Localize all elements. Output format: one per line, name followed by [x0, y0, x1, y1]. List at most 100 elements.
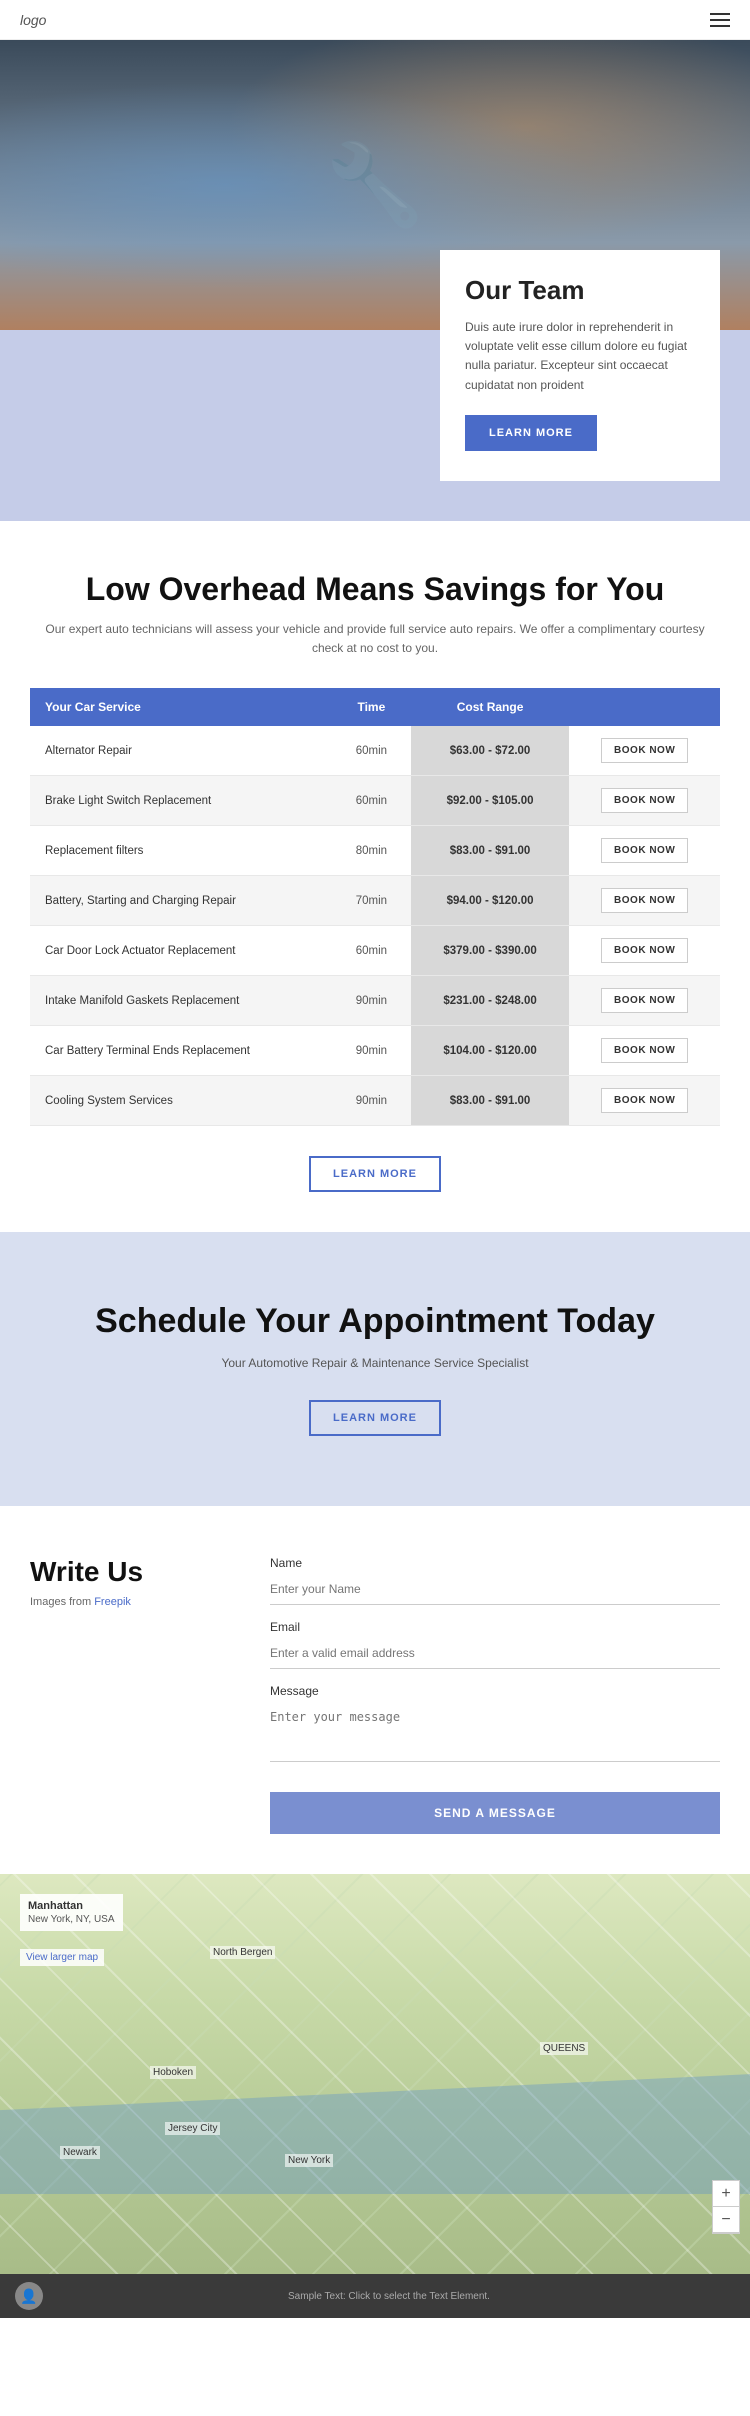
book-cell: BOOK NOW — [569, 1026, 720, 1076]
contact-attribution: Images from Freepik — [30, 1596, 230, 1608]
message-input[interactable] — [270, 1702, 720, 1762]
footer-avatar: 👤 — [15, 2282, 43, 2310]
table-row: Battery, Starting and Charging Repair 70… — [30, 876, 720, 926]
table-row: Replacement filters 80min $83.00 - $91.0… — [30, 826, 720, 876]
table-header-row: Your Car Service Time Cost Range — [30, 688, 720, 726]
service-name: Cooling System Services — [30, 1076, 332, 1126]
service-time: 80min — [332, 826, 411, 876]
table-row: Brake Light Switch Replacement 60min $92… — [30, 776, 720, 826]
book-now-button[interactable]: BOOK NOW — [601, 988, 688, 1013]
map-city-label: QUEENS — [540, 2042, 588, 2055]
hero-card: Our Team Duis aute irure dolor in repreh… — [440, 250, 720, 481]
service-cost: $92.00 - $105.00 — [411, 776, 570, 826]
send-button[interactable]: SEND A MESSAGE — [270, 1792, 720, 1834]
map-zoom-controls: + − — [712, 2180, 740, 2234]
contact-section: Write Us Images from Freepik Name Email … — [0, 1506, 750, 1874]
service-time: 60min — [332, 926, 411, 976]
book-now-button[interactable]: BOOK NOW — [601, 788, 688, 813]
table-row: Car Door Lock Actuator Replacement 60min… — [30, 926, 720, 976]
name-input[interactable] — [270, 1574, 720, 1605]
hero-section: Our Team Duis aute irure dolor in repreh… — [0, 40, 750, 521]
book-cell: BOOK NOW — [569, 1076, 720, 1126]
table-row: Cooling System Services 90min $83.00 - $… — [30, 1076, 720, 1126]
savings-cta-button[interactable]: LEARN MORE — [309, 1156, 441, 1192]
service-cost: $104.00 - $120.00 — [411, 1026, 570, 1076]
map-city-label: Hoboken — [150, 2066, 196, 2079]
email-input[interactable] — [270, 1638, 720, 1669]
service-cost: $83.00 - $91.00 — [411, 1076, 570, 1126]
service-name: Battery, Starting and Charging Repair — [30, 876, 332, 926]
service-cost: $94.00 - $120.00 — [411, 876, 570, 926]
freepik-link[interactable]: Freepik — [94, 1596, 131, 1608]
book-cell: BOOK NOW — [569, 776, 720, 826]
map-section: North Bergen Hoboken Jersey City New York QU… — [0, 1874, 750, 2274]
appointment-section: Schedule Your Appointment Today Your Aut… — [0, 1232, 750, 1506]
table-row: Intake Manifold Gaskets Replacement 90mi… — [30, 976, 720, 1026]
map-location-label: Manhattan New York, NY, USA — [20, 1894, 123, 1931]
map-background: North Bergen Hoboken Jersey City New York QU… — [0, 1874, 750, 2274]
service-cost: $379.00 - $390.00 — [411, 926, 570, 976]
appointment-subtitle: Your Automotive Repair & Maintenance Ser… — [30, 1356, 720, 1370]
zoom-in-button[interactable]: + — [713, 2181, 739, 2207]
hamburger-line-2 — [710, 19, 730, 21]
book-now-button[interactable]: BOOK NOW — [601, 1038, 688, 1063]
book-now-button[interactable]: BOOK NOW — [601, 938, 688, 963]
book-now-button[interactable]: BOOK NOW — [601, 838, 688, 863]
map-location-name: Manhattan — [28, 1900, 83, 1912]
contact-left: Write Us Images from Freepik — [30, 1556, 230, 1834]
map-address: New York, NY, USA — [28, 1914, 115, 1925]
service-time: 90min — [332, 1076, 411, 1126]
book-cell: BOOK NOW — [569, 976, 720, 1026]
book-now-button[interactable]: BOOK NOW — [601, 888, 688, 913]
name-field-group: Name — [270, 1556, 720, 1605]
map-city-label: Jersey City — [165, 2122, 220, 2135]
message-label: Message — [270, 1684, 720, 1698]
footer: 👤 Sample Text: Click to select the Text … — [0, 2274, 750, 2318]
table-row: Car Battery Terminal Ends Replacement 90… — [30, 1026, 720, 1076]
appointment-title: Schedule Your Appointment Today — [30, 1302, 720, 1341]
service-cost: $63.00 - $72.00 — [411, 726, 570, 776]
header: logo — [0, 0, 750, 40]
service-time: 70min — [332, 876, 411, 926]
service-time: 60min — [332, 726, 411, 776]
contact-form: Name Email Message SEND A MESSAGE — [270, 1556, 720, 1834]
contact-title: Write Us — [30, 1556, 230, 1588]
book-now-button[interactable]: BOOK NOW — [601, 738, 688, 763]
zoom-out-button[interactable]: − — [713, 2207, 739, 2233]
message-field-group: Message — [270, 1684, 720, 1767]
hamburger-line-3 — [710, 25, 730, 27]
table-row: Alternator Repair 60min $63.00 - $72.00 … — [30, 726, 720, 776]
service-name: Brake Light Switch Replacement — [30, 776, 332, 826]
service-cost: $231.00 - $248.00 — [411, 976, 570, 1026]
col-time: Time — [332, 688, 411, 726]
appointment-cta-button[interactable]: LEARN MORE — [309, 1400, 441, 1436]
col-cost: Cost Range — [411, 688, 570, 726]
name-label: Name — [270, 1556, 720, 1570]
map-city-label: North Bergen — [210, 1946, 275, 1959]
savings-title: Low Overhead Means Savings for You — [30, 571, 720, 608]
service-name: Intake Manifold Gaskets Replacement — [30, 976, 332, 1026]
service-name: Car Door Lock Actuator Replacement — [30, 926, 332, 976]
savings-section: Low Overhead Means Savings for You Our e… — [0, 521, 750, 1232]
book-cell: BOOK NOW — [569, 826, 720, 876]
footer-text: Sample Text: Click to select the Text El… — [43, 2291, 735, 2302]
book-cell: BOOK NOW — [569, 726, 720, 776]
hamburger-line-1 — [710, 13, 730, 15]
book-now-button[interactable]: BOOK NOW — [601, 1088, 688, 1113]
hero-title: Our Team — [465, 275, 695, 306]
service-time: 90min — [332, 976, 411, 1026]
map-city-label: New York — [285, 2154, 333, 2167]
service-table: Your Car Service Time Cost Range Alterna… — [30, 688, 720, 1126]
map-view-larger-link[interactable]: View larger map — [20, 1949, 104, 1966]
email-field-group: Email — [270, 1620, 720, 1669]
book-cell: BOOK NOW — [569, 876, 720, 926]
service-name: Alternator Repair — [30, 726, 332, 776]
col-action — [569, 688, 720, 726]
hamburger-menu[interactable] — [710, 13, 730, 27]
service-time: 90min — [332, 1026, 411, 1076]
service-name: Car Battery Terminal Ends Replacement — [30, 1026, 332, 1076]
savings-subtitle: Our expert auto technicians will assess … — [30, 620, 720, 658]
col-service: Your Car Service — [30, 688, 332, 726]
hero-cta-button[interactable]: LEARN MORE — [465, 415, 597, 451]
map-city-label: Newark — [60, 2146, 100, 2159]
